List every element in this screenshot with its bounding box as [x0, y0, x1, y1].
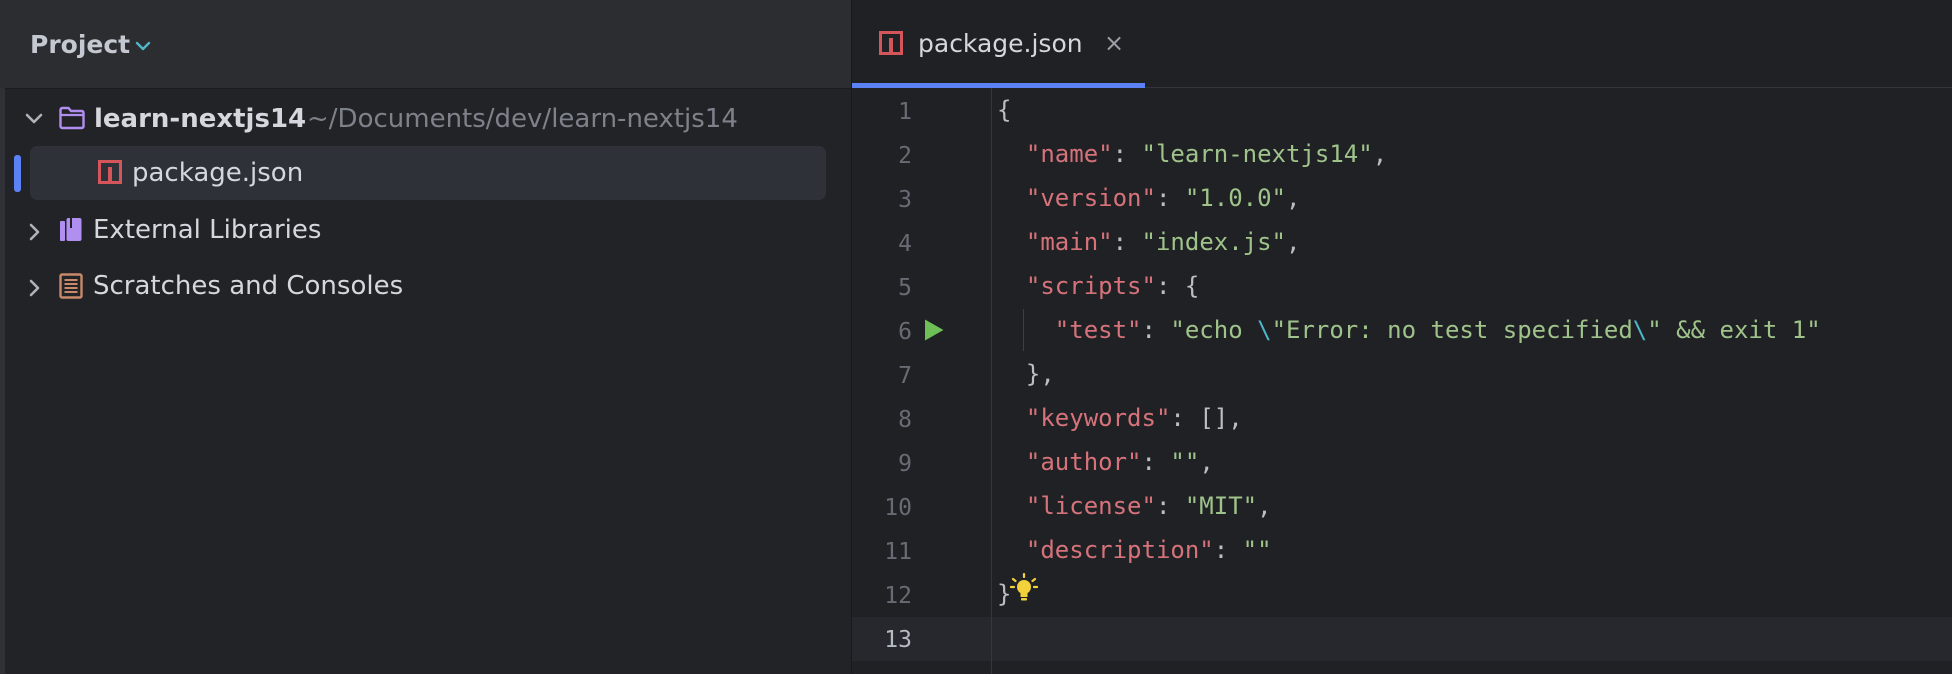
chevron-down-icon[interactable]	[24, 111, 44, 131]
tree-item-scratches-and-consoles[interactable]: Scratches and Consoles	[0, 259, 851, 313]
chevron-right-icon[interactable]	[27, 222, 43, 246]
json-key: "description"	[1025, 536, 1214, 564]
json-string: "learn-nextjs14"	[1141, 140, 1373, 168]
tree-item-package-json[interactable]: package.json	[0, 146, 851, 200]
json-string: ""	[1242, 536, 1272, 564]
json-string: "1.0.0"	[1184, 184, 1287, 212]
scratches-label: Scratches and Consoles	[93, 271, 404, 301]
json-key: "test"	[1054, 316, 1142, 344]
json-key: "scripts"	[1025, 272, 1156, 300]
json-colon: :	[1155, 184, 1185, 212]
json-comma: ,	[1257, 492, 1272, 520]
project-view-selector[interactable]: Project	[30, 28, 130, 62]
json-escape: \	[1257, 316, 1272, 344]
json-colon: :	[1213, 536, 1243, 564]
json-brace: {	[1184, 272, 1200, 300]
code-line-9: "author": "",	[997, 440, 1214, 484]
json-key: "name"	[1025, 140, 1113, 168]
json-string: "echo	[1170, 316, 1258, 344]
file-name: package.json	[132, 158, 304, 188]
json-colon: :	[1112, 228, 1142, 256]
line-number: 10	[884, 495, 912, 521]
json-comma: ,	[1199, 448, 1214, 476]
lightbulb-icon[interactable]	[1009, 572, 1039, 607]
json-key: "license"	[1025, 492, 1156, 520]
json-brace: },	[1025, 360, 1055, 388]
json-key: "main"	[1025, 228, 1113, 256]
json-string: " && exit 1"	[1647, 316, 1821, 344]
npm-package-icon	[879, 31, 903, 59]
tree-item-root-project[interactable]: learn-nextjs14 ~/Documents/dev/learn-nex…	[0, 92, 851, 146]
library-icon	[58, 216, 84, 248]
json-comma: ,	[1372, 140, 1388, 168]
json-comma: ,	[1286, 184, 1301, 212]
scratches-icon	[58, 272, 84, 304]
json-colon: :	[1141, 448, 1171, 476]
line-number: 6	[898, 319, 912, 345]
code-line-8: "keywords": [],	[997, 396, 1243, 440]
json-colon: :	[1112, 140, 1142, 168]
line-number: 7	[898, 363, 912, 389]
json-colon: :	[1170, 404, 1200, 432]
json-comma: ,	[1286, 228, 1301, 256]
line-number: 12	[884, 583, 912, 609]
close-icon[interactable]: ×	[1104, 26, 1124, 60]
project-tool-window: Project learn-nextjs14 ~/Documents/dev/l…	[0, 0, 851, 674]
line-number-current: 13	[884, 627, 912, 653]
npm-package-icon	[98, 160, 122, 188]
tree-item-external-libraries[interactable]: External Libraries	[0, 203, 851, 257]
project-panel-header: Project	[0, 0, 851, 89]
line-number: 4	[898, 231, 912, 257]
project-name: learn-nextjs14	[94, 104, 307, 134]
json-string: ""	[1170, 448, 1200, 476]
current-line-highlight	[852, 617, 1952, 661]
ide-window: Project learn-nextjs14 ~/Documents/dev/l…	[0, 0, 1952, 674]
json-key: "keywords"	[1025, 404, 1171, 432]
tab-package-json[interactable]: package.json ×	[852, 0, 1145, 88]
json-colon: :	[1141, 316, 1171, 344]
json-brace: {	[997, 96, 1012, 124]
code-line-7: },	[997, 352, 1055, 396]
code-line-2: "name": "learn-nextjs14",	[997, 132, 1387, 176]
json-string: "MIT"	[1184, 492, 1258, 520]
line-number: 2	[898, 143, 912, 169]
chevron-right-icon[interactable]	[27, 278, 43, 302]
code-line-1: {	[997, 88, 1011, 132]
gutter-separator	[991, 88, 992, 674]
folder-icon	[58, 105, 86, 135]
line-number: 5	[898, 275, 912, 301]
line-number: 9	[898, 451, 912, 477]
editor-tab-bar: package.json ×	[852, 0, 1952, 88]
chevron-down-icon[interactable]	[134, 37, 152, 56]
editor-area: package.json × 1 2 3 4 5 6 7 8 9 10 11 1…	[852, 0, 1952, 674]
line-number: 1	[898, 99, 912, 125]
external-libraries-label: External Libraries	[93, 215, 322, 245]
code-line-3: "version": "1.0.0",	[997, 176, 1301, 220]
run-gutter-icon[interactable]	[923, 318, 945, 346]
json-colon: :	[1155, 492, 1185, 520]
tab-label: package.json	[918, 29, 1083, 58]
code-line-10: "license": "MIT",	[997, 484, 1272, 528]
project-path: ~/Documents/dev/learn-nextjs14	[307, 104, 738, 134]
json-string: "Error: no test specified	[1271, 316, 1633, 344]
line-number: 8	[898, 407, 912, 433]
code-line-6: "test": "echo \"Error: no test specified…	[997, 308, 1821, 352]
json-key: "version"	[1025, 184, 1156, 212]
json-colon: :	[1155, 272, 1185, 300]
line-number: 3	[898, 187, 912, 213]
line-number: 11	[884, 539, 912, 565]
json-escape: \	[1632, 316, 1648, 344]
code-line-4: "main": "index.js",	[997, 220, 1301, 264]
json-array: [],	[1199, 404, 1243, 432]
json-key: "author"	[1025, 448, 1142, 476]
code-line-11: "description": ""	[997, 528, 1272, 572]
code-line-5: "scripts": {	[997, 264, 1199, 308]
json-string: "index.js"	[1141, 228, 1287, 256]
